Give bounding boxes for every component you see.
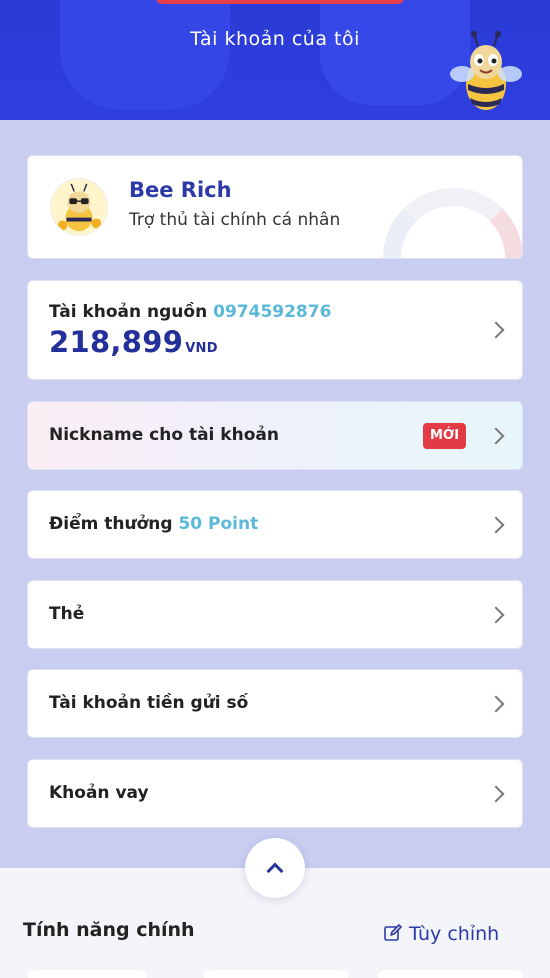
bee-avatar-icon	[50, 178, 108, 236]
chevron-right-icon	[487, 695, 505, 712]
loan-label: Khoản vay	[49, 783, 149, 803]
reward-points-label: Điểm thưởng 50 Point	[49, 514, 258, 534]
balance-currency: VND	[185, 341, 218, 356]
chevron-right-icon	[487, 516, 505, 533]
balance-value: 218,899	[49, 325, 184, 359]
bee-name: Bee Rich	[129, 178, 232, 202]
edit-icon	[384, 924, 402, 941]
feature-card[interactable]	[378, 970, 522, 978]
bee-rich-card[interactable]: Bee Rich Trợ thủ tài chính cá nhân	[27, 155, 523, 259]
savings-label: Tài khoản tiền gửi số	[49, 693, 249, 713]
collapse-button[interactable]	[245, 838, 305, 898]
reward-points-title: Điểm thưởng	[49, 514, 173, 534]
header-decoration	[155, 0, 405, 4]
source-account-card[interactable]: Tài khoản nguồn 0974592876 218,899 VND	[27, 280, 523, 380]
cards-label: Thẻ	[49, 604, 85, 624]
feature-card[interactable]	[28, 970, 146, 978]
chevron-right-icon	[487, 321, 505, 339]
source-account-title: Tài khoản nguồn	[49, 302, 208, 322]
reward-points-value: 50 Point	[178, 514, 259, 534]
customize-label: Tùy chỉnh	[409, 923, 500, 945]
feature-card[interactable]	[204, 970, 348, 978]
reward-points-row[interactable]: Điểm thưởng 50 Point	[27, 490, 523, 559]
source-account-phone: 0974592876	[213, 302, 332, 322]
decorative-ring	[383, 188, 522, 258]
balance-amount: 218,899 VND	[49, 325, 218, 359]
customize-button[interactable]: Tùy chỉnh	[383, 923, 499, 945]
bee-mascot-icon	[450, 31, 522, 110]
header: Tài khoản của tôi	[0, 0, 550, 120]
nickname-label: Nickname cho tài khoản	[49, 425, 279, 445]
chevron-right-icon	[487, 606, 505, 623]
features-title: Tính năng chính	[23, 919, 195, 941]
chevron-right-icon	[487, 785, 505, 802]
chevron-right-icon	[487, 427, 505, 444]
nickname-row[interactable]: Nickname cho tài khoản MỚI	[27, 401, 523, 470]
header-decoration	[60, 0, 230, 110]
cards-row[interactable]: Thẻ	[27, 580, 523, 649]
savings-row[interactable]: Tài khoản tiền gửi số	[27, 669, 523, 738]
loan-row[interactable]: Khoản vay	[27, 759, 523, 828]
bee-subtitle: Trợ thủ tài chính cá nhân	[129, 210, 341, 230]
new-badge: MỚI	[423, 423, 467, 449]
chevron-up-icon	[266, 862, 284, 880]
source-account-label: Tài khoản nguồn 0974592876	[49, 302, 331, 322]
